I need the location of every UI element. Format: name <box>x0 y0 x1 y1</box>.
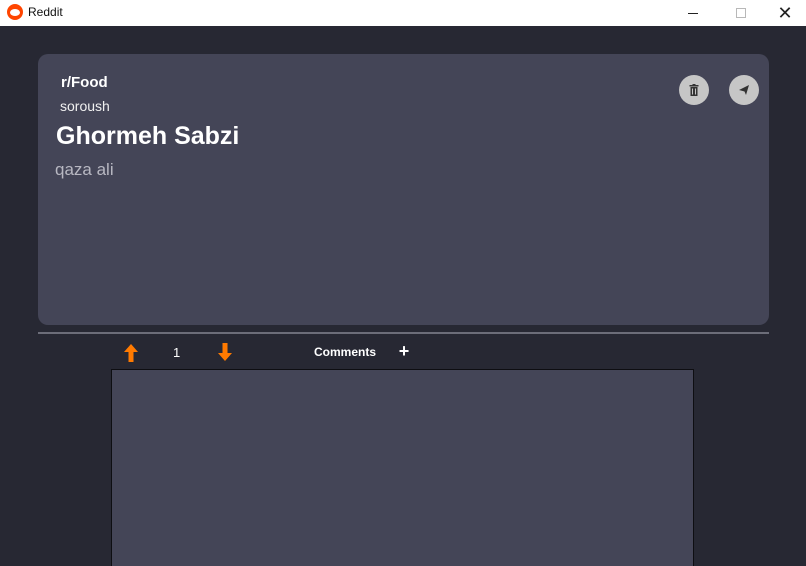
close-button[interactable]: ✕ <box>762 0 806 26</box>
post-card: r/Food soroush Ghormeh Sabzi qaza ali <box>38 54 769 325</box>
delete-post-button[interactable] <box>679 75 709 105</box>
window-title: Reddit <box>28 5 63 19</box>
minimize-icon <box>688 12 698 14</box>
maximize-button[interactable] <box>718 0 764 26</box>
comments-panel <box>111 369 694 566</box>
maximize-icon <box>736 8 746 18</box>
window-titlebar: Reddit ✕ <box>0 0 806 26</box>
post-author[interactable]: soroush <box>60 98 110 114</box>
close-icon: ✕ <box>777 3 793 23</box>
share-post-button[interactable] <box>729 75 759 105</box>
trash-icon <box>689 84 699 96</box>
plus-icon[interactable]: + <box>396 342 412 360</box>
divider <box>38 332 769 334</box>
minimize-button[interactable] <box>670 0 716 26</box>
subreddit-name[interactable]: r/Food <box>61 74 108 91</box>
arrow-down-icon[interactable] <box>217 343 233 361</box>
post-title: Ghormeh Sabzi <box>56 122 240 150</box>
comments-label: Comments <box>314 345 377 359</box>
reddit-logo-icon <box>7 4 23 20</box>
post-body: qaza ali <box>55 160 114 179</box>
send-icon <box>739 85 749 95</box>
vote-count: 1 <box>173 345 181 360</box>
arrow-up-icon[interactable] <box>123 344 139 362</box>
